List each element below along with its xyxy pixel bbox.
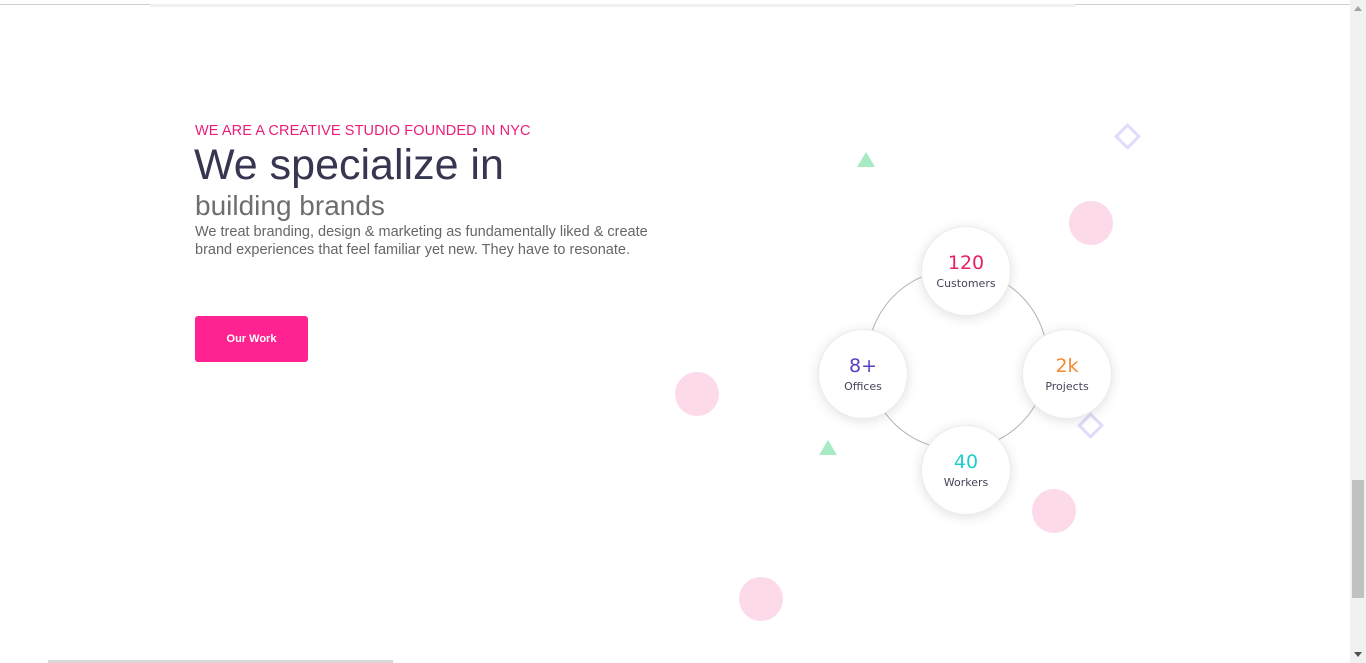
stat-customers: 120 Customers [921, 226, 1011, 316]
stat-workers-value: 40 [953, 451, 979, 473]
stat-projects: 2k Projects [1022, 329, 1112, 419]
decor-pink-circle [739, 577, 783, 621]
hero-description: We treat branding, design & marketing as… [195, 224, 648, 258]
top-divider-highlight [150, 4, 1075, 7]
decor-green-triangle [857, 152, 875, 167]
stat-projects-label: Projects [1045, 380, 1089, 393]
stat-offices-label: Offices [844, 380, 882, 393]
vertical-scrollbar[interactable] [1350, 0, 1366, 663]
stat-projects-value: 2k [1055, 355, 1079, 377]
stat-workers: 40 Workers [921, 425, 1011, 515]
scroll-thumb[interactable] [1352, 480, 1364, 598]
hero-subheadline: building brands [195, 190, 385, 221]
decor-pink-circle [1069, 201, 1113, 245]
page: WE ARE A CREATIVE STUDIO FOUNDED IN NYC … [0, 0, 1366, 663]
decor-pink-circle [1032, 489, 1076, 533]
decor-green-triangle [819, 440, 837, 455]
scroll-down-icon[interactable] [1354, 652, 1362, 657]
stat-customers-value: 120 [947, 252, 985, 274]
top-divider [0, 4, 1350, 7]
stat-offices-value: 8+ [848, 355, 877, 377]
decor-purple-diamond [1114, 123, 1141, 150]
stat-offices: 8+ Offices [818, 329, 908, 419]
hero-eyebrow: WE ARE A CREATIVE STUDIO FOUNDED IN NYC [195, 123, 531, 139]
hero-headline: We specialize in [194, 141, 504, 189]
stat-customers-label: Customers [936, 277, 996, 290]
decor-pink-circle [675, 372, 719, 416]
scroll-up-icon[interactable] [1354, 6, 1362, 11]
our-work-button[interactable]: Our Work [195, 316, 308, 362]
stat-workers-label: Workers [943, 476, 989, 489]
